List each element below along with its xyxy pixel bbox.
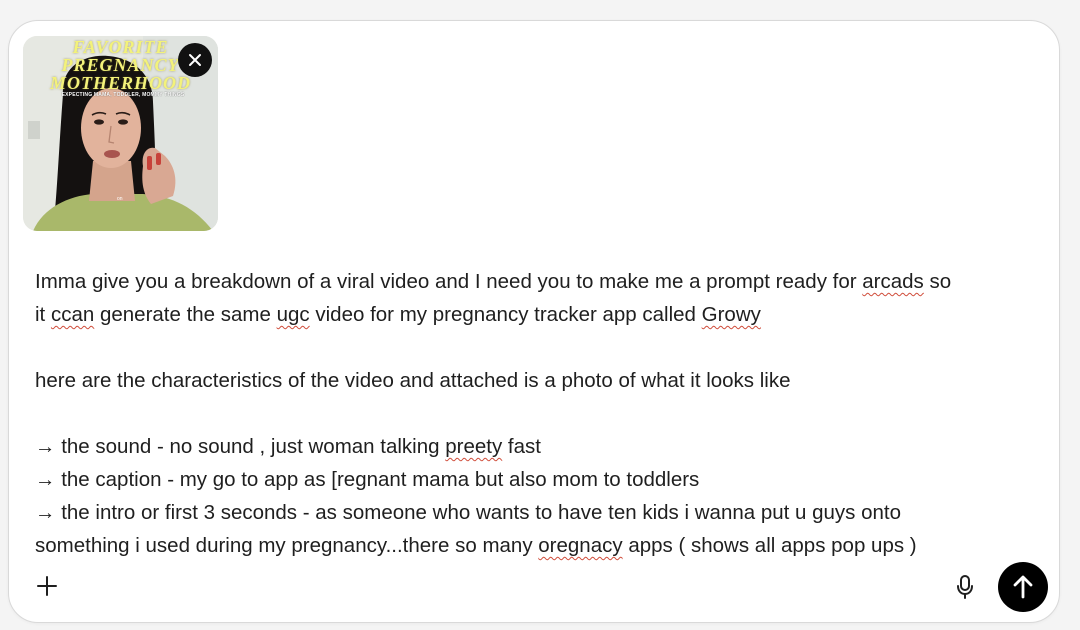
message-line: → the sound - no sound , just woman talk…	[35, 435, 541, 458]
message-line: it ccan generate the same ugc video for …	[35, 303, 761, 326]
misspelled-word: ccan	[50, 303, 95, 326]
message-line: something i used during my pregnancy...t…	[35, 534, 917, 557]
voice-input-button[interactable]	[951, 572, 979, 602]
message-text[interactable]: Imma give you a breakdown of a viral vid…	[35, 265, 1045, 562]
message-line: here are the characteristics of the vide…	[35, 369, 791, 392]
message-line: Imma give you a breakdown of a viral vid…	[35, 270, 952, 293]
message-composer[interactable]: on FAVORITE PREGNANCY MOTHERHOOD EXPECTI…	[8, 20, 1060, 623]
misspelled-word: Growy	[701, 303, 761, 326]
misspelled-word: arcads	[862, 270, 924, 293]
svg-text:on: on	[117, 196, 123, 202]
microphone-icon	[957, 575, 973, 599]
misspelled-word: ugc	[276, 303, 310, 326]
plus-icon	[37, 576, 57, 596]
thumbnail-title-line: MOTHERHOOD	[49, 73, 191, 93]
arrow-up-icon	[1013, 575, 1033, 599]
message-line: → the caption - my go to app as [regnant…	[35, 468, 700, 491]
remove-attachment-button[interactable]	[178, 43, 212, 77]
message-line: → the intro or first 3 seconds - as some…	[35, 501, 902, 524]
send-button[interactable]	[998, 562, 1048, 612]
misspelled-word: preety	[445, 435, 503, 458]
misspelled-word: oregnacy	[538, 534, 623, 557]
add-attachment-button[interactable]	[33, 572, 61, 600]
thumbnail-subtitle: EXPECTING MAMA, TODDLER, MOMMY THINGS	[61, 92, 185, 98]
close-icon	[189, 54, 201, 66]
